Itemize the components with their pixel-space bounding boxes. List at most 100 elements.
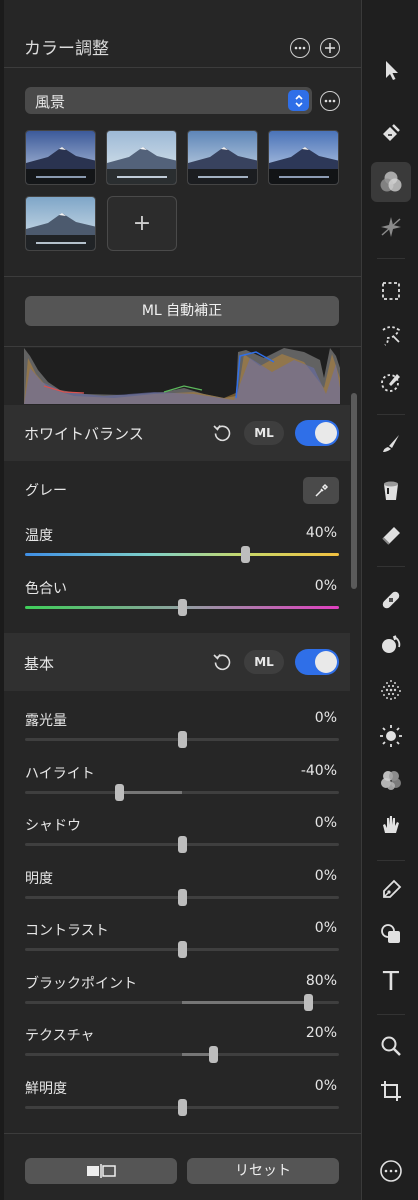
color-adjust-icon[interactable] <box>371 162 411 202</box>
preset-more-button[interactable] <box>320 91 340 111</box>
slider-value: 0% <box>314 578 337 594</box>
header-more-button[interactable] <box>290 38 310 58</box>
preset-thumbnail[interactable] <box>187 130 258 185</box>
lasso-select-icon[interactable] <box>371 316 411 356</box>
slider-handle[interactable] <box>178 888 187 906</box>
basic-header[interactable]: 基本 ML <box>4 633 350 691</box>
slider-value: 0% <box>314 920 337 936</box>
zoom-icon[interactable] <box>371 1026 411 1066</box>
slider-label: シャドウ <box>25 818 81 834</box>
marquee-select-icon[interactable] <box>371 271 411 311</box>
slider-track[interactable] <box>25 993 339 1011</box>
slider-value: 0% <box>314 1077 337 1094</box>
slider-handle[interactable] <box>303 993 313 1011</box>
slider-track[interactable] <box>25 599 339 616</box>
toggle-knob <box>315 651 337 673</box>
plus-icon <box>325 43 335 53</box>
basic-toggle[interactable] <box>295 649 339 675</box>
divider <box>4 346 361 347</box>
slider-track[interactable] <box>25 1046 339 1063</box>
ml-button[interactable]: ML <box>244 421 284 445</box>
panel-edge <box>0 0 4 1200</box>
toolbar-separator <box>377 258 405 259</box>
slider-value: 0% <box>314 710 337 726</box>
histogram <box>24 348 340 404</box>
add-preset-button[interactable]: + <box>107 196 177 251</box>
eraser-icon[interactable] <box>371 515 411 555</box>
reset-all-button[interactable]: リセット <box>187 1158 339 1184</box>
pen-tool-icon[interactable] <box>371 870 411 910</box>
slider-track[interactable] <box>25 836 339 853</box>
ml-button[interactable]: ML <box>244 650 284 674</box>
ml-auto-correct-button[interactable]: ML 自動補正 <box>25 296 339 326</box>
sparkle-icon[interactable] <box>371 207 411 247</box>
smudge-hand-icon[interactable] <box>371 805 411 845</box>
preset-thumbnail[interactable] <box>25 130 96 185</box>
slider-value: 0% <box>314 867 337 884</box>
slider-handle[interactable] <box>178 731 187 748</box>
paint-brush-bucket-icon[interactable] <box>371 113 411 153</box>
select-arrow-icon[interactable] <box>371 50 411 90</box>
ellipsis-icon <box>294 46 306 50</box>
toolbar-separator <box>377 566 405 567</box>
eyedropper-button[interactable] <box>303 477 339 504</box>
ellipsis-icon <box>324 99 336 103</box>
bandage-heal-icon[interactable] <box>371 580 411 620</box>
crop-icon[interactable] <box>371 1071 411 1111</box>
slider-track[interactable] <box>25 1098 339 1116</box>
toolbar-separator <box>377 1014 405 1015</box>
reset-icon[interactable] <box>212 652 232 672</box>
clone-stamp-icon[interactable] <box>371 625 411 665</box>
slider-handle[interactable] <box>178 836 187 853</box>
preset-thumbnail[interactable] <box>25 196 96 251</box>
basic-title: 基本 <box>24 655 55 673</box>
slider-label: 温度 <box>25 528 53 544</box>
slider-fill <box>119 790 182 794</box>
slider-handle[interactable] <box>178 1098 187 1116</box>
slider-track[interactable] <box>25 941 339 958</box>
quick-select-icon[interactable] <box>371 362 411 402</box>
panel-header: カラー調整 <box>4 0 361 68</box>
slider-value: 40% <box>305 525 337 541</box>
slider-track[interactable] <box>25 783 339 801</box>
slider-handle[interactable] <box>115 783 125 801</box>
slider-track[interactable] <box>25 731 339 748</box>
slider-track[interactable] <box>25 546 339 563</box>
slider-label: コントラスト <box>25 923 109 939</box>
tool-sidebar: T <box>363 0 418 1200</box>
brush-icon[interactable] <box>371 423 411 463</box>
panel-title: カラー調整 <box>24 39 109 59</box>
color-adjust-panel: カラー調整 風景 + ML 自動補正 ホワイトバランス ML グレー 温度 40… <box>0 0 362 1200</box>
compare-button[interactable] <box>25 1158 177 1184</box>
text-tool-icon[interactable]: T <box>371 962 411 1002</box>
header-add-button[interactable] <box>320 38 340 58</box>
white-balance-header[interactable]: ホワイトバランス ML <box>4 405 350 461</box>
slider-handle[interactable] <box>178 941 187 958</box>
slider-handle[interactable] <box>178 599 187 616</box>
slider-label: ハイライト <box>25 765 95 782</box>
shape-icon[interactable] <box>371 914 411 954</box>
color-effects-icon[interactable] <box>371 760 411 800</box>
preset-select-value: 風景 <box>35 93 66 111</box>
more-options-icon[interactable] <box>371 1151 411 1191</box>
noise-texture-icon[interactable] <box>371 670 411 710</box>
panel-scrollbar[interactable] <box>351 393 357 589</box>
white-balance-toggle[interactable] <box>295 420 339 446</box>
slider-label: 色合い <box>25 581 67 597</box>
fill-bucket-icon[interactable] <box>371 470 411 510</box>
compare-split-icon <box>87 1164 116 1178</box>
reset-icon[interactable] <box>212 423 232 443</box>
slider-value: -40% <box>300 762 337 779</box>
white-balance-title: ホワイトバランス <box>24 425 144 443</box>
preset-thumbnail[interactable] <box>268 130 339 185</box>
slider-track[interactable] <box>25 888 339 906</box>
slider-handle[interactable] <box>209 1046 219 1063</box>
preset-thumbnail[interactable] <box>106 130 177 185</box>
gray-label: グレー <box>25 483 67 499</box>
slider-label: ブラックポイント <box>25 975 137 992</box>
light-sun-icon[interactable] <box>371 716 411 756</box>
divider <box>4 276 361 277</box>
preset-select[interactable]: 風景 <box>25 87 312 114</box>
slider-handle[interactable] <box>240 546 250 563</box>
slider-label: 露光量 <box>25 713 67 729</box>
